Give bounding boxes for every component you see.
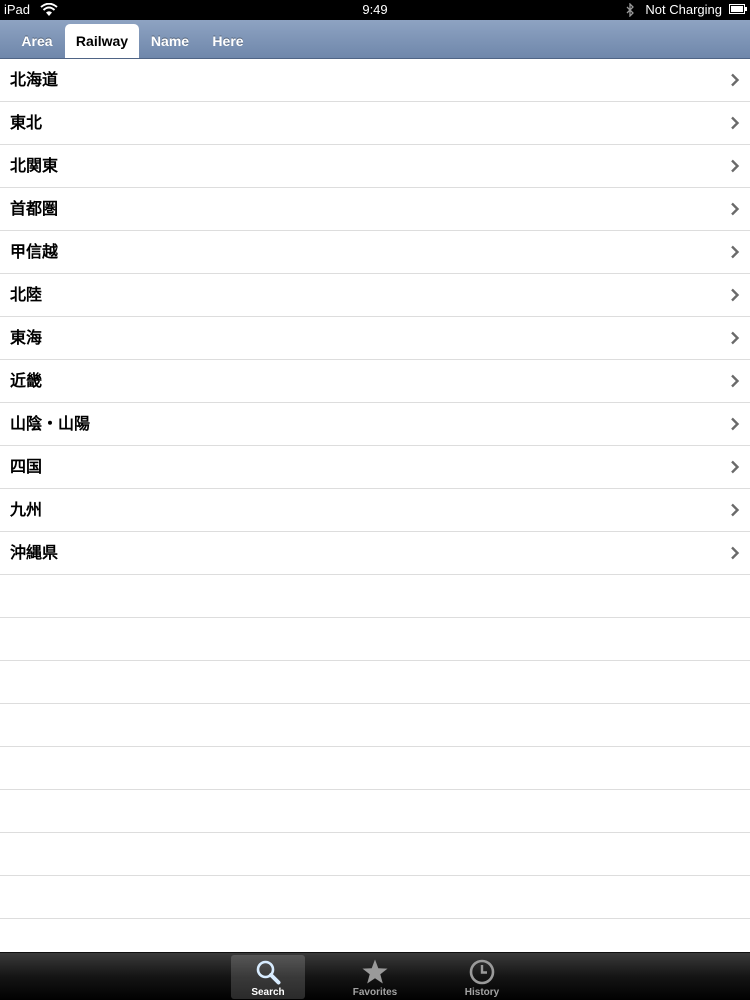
empty-row: [0, 575, 750, 618]
list-item-label: 四国: [10, 457, 43, 476]
chevron-right-icon: [731, 374, 740, 388]
tab-name[interactable]: Name: [142, 24, 198, 58]
tab-here[interactable]: Here: [202, 24, 254, 58]
tab-bar: Search Favorites History: [0, 952, 750, 1000]
list-item[interactable]: 甲信越: [0, 231, 750, 274]
list-item-label: 首都圏: [10, 199, 59, 218]
region-list: 北海道 東北 北関東 首都圏 甲信越 北陸 東海 近畿 山陰・山陽 四国 九州 …: [0, 59, 750, 952]
bluetooth-icon: [626, 3, 634, 17]
chevron-right-icon: [731, 202, 740, 216]
chevron-right-icon: [731, 245, 740, 259]
chevron-right-icon: [731, 288, 740, 302]
chevron-right-icon: [731, 503, 740, 517]
tab-bar-label: Search: [251, 987, 285, 998]
tab-bar-history[interactable]: History: [445, 955, 519, 999]
list-item-label: 東北: [10, 113, 43, 132]
chevron-right-icon: [731, 331, 740, 345]
empty-row: [0, 833, 750, 876]
list-item[interactable]: 東海: [0, 317, 750, 360]
status-time: 9:49: [362, 2, 388, 17]
list-item-label: 北関東: [10, 156, 59, 175]
list-item-label: 九州: [10, 500, 43, 519]
list-item[interactable]: 近畿: [0, 360, 750, 403]
list-item-label: 北海道: [10, 70, 59, 89]
empty-row: [0, 876, 750, 919]
chevron-right-icon: [731, 546, 740, 560]
empty-row: [0, 919, 750, 952]
empty-row: [0, 747, 750, 790]
list-item[interactable]: 北陸: [0, 274, 750, 317]
list-item-label: 山陰・山陽: [10, 414, 91, 433]
list-item-label: 沖縄県: [10, 543, 59, 562]
tab-bar-label: History: [464, 987, 500, 998]
list-item-label: 北陸: [10, 285, 43, 304]
tab-bar-label: Favorites: [352, 987, 398, 998]
list-item[interactable]: 北海道: [0, 59, 750, 102]
status-bar: iPad 9:49 Not Charging: [0, 0, 750, 20]
tab-bar-search[interactable]: Search: [231, 955, 305, 999]
chevron-right-icon: [731, 417, 740, 431]
tab-area[interactable]: Area: [12, 24, 62, 58]
list-item-label: 甲信越: [10, 242, 59, 261]
empty-row: [0, 661, 750, 704]
chevron-right-icon: [731, 73, 740, 87]
list-item[interactable]: 首都圏: [0, 188, 750, 231]
list-item[interactable]: 四国: [0, 446, 750, 489]
empty-row: [0, 704, 750, 747]
tab-bar-favorites[interactable]: Favorites: [338, 955, 412, 999]
empty-row: [0, 618, 750, 661]
empty-row: [0, 790, 750, 833]
list-item[interactable]: 東北: [0, 102, 750, 145]
list-item[interactable]: 九州: [0, 489, 750, 532]
battery-icon: [729, 4, 747, 14]
list-item[interactable]: 沖縄県: [0, 532, 750, 575]
charging-status: Not Charging: [645, 2, 722, 17]
chevron-right-icon: [731, 159, 740, 173]
app-screen: iPad 9:49 Not Charging Area Railway Name…: [0, 0, 750, 1000]
tab-header: Area Railway Name Here: [0, 20, 750, 59]
list-item-label: 東海: [10, 328, 43, 347]
search-icon: [256, 960, 281, 985]
clock-icon: [469, 959, 495, 985]
tab-railway[interactable]: Railway: [65, 24, 139, 58]
list-item[interactable]: 北関東: [0, 145, 750, 188]
chevron-right-icon: [731, 460, 740, 474]
list-item[interactable]: 山陰・山陽: [0, 403, 750, 446]
star-icon: [362, 959, 388, 984]
chevron-right-icon: [731, 116, 740, 130]
list-item-label: 近畿: [10, 371, 43, 390]
